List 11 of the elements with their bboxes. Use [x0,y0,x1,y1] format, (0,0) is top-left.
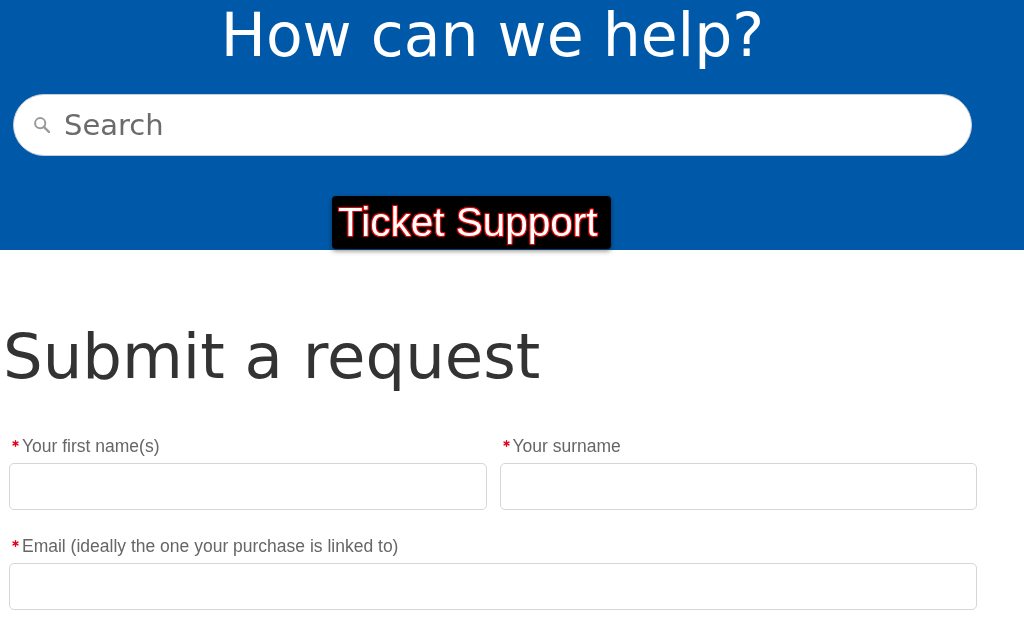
input-field[interactable] [9,463,487,510]
page-title: Submit a request [3,320,541,394]
caption-badge: Ticket Support [332,196,611,249]
search-field[interactable]: Search [13,94,972,156]
input-field[interactable] [9,563,977,610]
search-icon [34,117,50,133]
field-label: Your surname [512,435,621,457]
field-label: Email (ideally the one your purchase is linked to) [22,535,399,557]
input-field[interactable] [499,463,977,510]
hero-heading: How can we help? [220,0,765,70]
field-label: Your first name(s) [22,435,160,457]
